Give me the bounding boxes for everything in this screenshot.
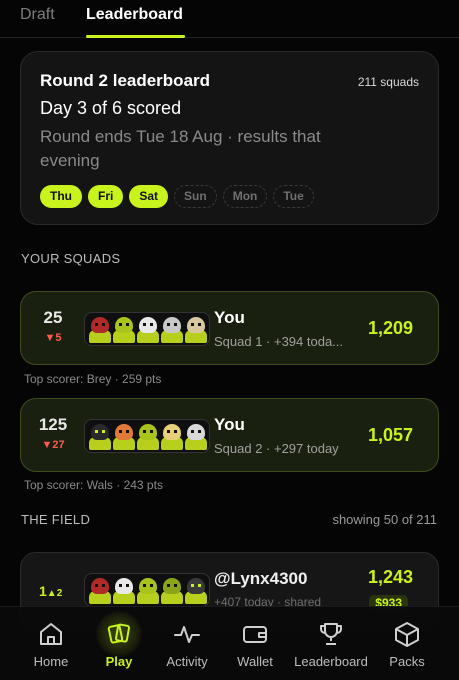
nav-label: Activity: [166, 654, 208, 669]
nav-play[interactable]: Play: [91, 607, 147, 680]
box-icon: [395, 622, 419, 647]
player-avatar: [136, 422, 160, 450]
squad-rank: 125: [38, 415, 68, 434]
player-avatar: [184, 315, 208, 343]
player-avatar: [136, 576, 160, 604]
field-owner: @Lynx4300: [214, 569, 308, 588]
nav-home[interactable]: Home: [23, 607, 79, 680]
field-rank: 1▲2: [39, 583, 62, 599]
your-squads-heading: YOUR SQUADS: [21, 251, 121, 266]
day-chip: Tue: [273, 185, 314, 208]
trophy-icon: [320, 623, 342, 645]
squad-avatars: [84, 312, 210, 346]
nav-packs[interactable]: Packs: [380, 607, 434, 680]
active-tab-indicator: [86, 35, 185, 38]
field-count: showing 50 of 211: [332, 512, 437, 527]
round-title: Round 2 leaderboard: [40, 71, 211, 90]
top-tabs: Draft Leaderboard: [0, 0, 459, 38]
squad-avatars: [84, 419, 210, 453]
squad-score: 1,209: [367, 318, 413, 338]
top-scorer: Top scorer: Wals · 243 pts: [24, 478, 163, 492]
nav-label: Packs: [389, 654, 425, 669]
home-icon: [40, 623, 62, 645]
day-chip: Fri: [88, 185, 124, 208]
field-heading: THE FIELD: [21, 512, 91, 527]
player-avatar: [112, 576, 136, 604]
player-avatar: [184, 422, 208, 450]
cards-icon: [107, 623, 130, 644]
player-avatar: [160, 576, 184, 604]
day-chip: Mon: [222, 185, 268, 208]
squad-score: 1,057: [367, 425, 413, 445]
rank-change: ▼27: [41, 439, 65, 451]
squad-rank: 25: [43, 308, 63, 327]
day-chips: Thu Fri Sat Sun Mon Tue: [40, 185, 314, 208]
player-avatar: [112, 422, 136, 450]
squad-card[interactable]: 125 ▼27 You Squad 2 · +297 today 1,057: [20, 398, 439, 472]
nav-activity[interactable]: Activity: [158, 607, 216, 680]
nav-label: Play: [105, 654, 133, 669]
tab-leaderboard[interactable]: Leaderboard: [86, 6, 183, 24]
squad-owner: You: [214, 415, 245, 434]
player-avatar: [136, 315, 160, 343]
player-avatar: [88, 315, 112, 343]
day-chip: Sat: [129, 185, 169, 208]
player-avatar: [160, 422, 184, 450]
player-avatar: [88, 422, 112, 450]
bottom-nav: Home Play Activity Wallet Leaderboard Pa…: [0, 606, 459, 680]
round-end-info: Round ends Tue 18 Aug · results that eve…: [40, 127, 321, 170]
nav-leaderboard[interactable]: Leaderboard: [290, 607, 372, 680]
field-rank-number: 1: [39, 583, 47, 599]
player-avatar: [160, 315, 184, 343]
nav-label: Leaderboard: [294, 654, 368, 669]
nav-wallet[interactable]: Wallet: [226, 607, 284, 680]
squad-card[interactable]: 25 ▼5 You Squad 1 · +394 toda... 1,209: [20, 291, 439, 365]
top-scorer: Top scorer: Brey · 259 pts: [24, 372, 162, 386]
wallet-icon: [243, 626, 267, 643]
nav-label: Home: [33, 654, 69, 669]
rank-change: ▲2: [46, 588, 63, 599]
day-progress: Day 3 of 6 scored: [40, 98, 182, 118]
squad-owner: You: [214, 308, 245, 327]
activity-icon: [174, 626, 200, 643]
rank-change: ▼5: [44, 332, 62, 344]
round-summary-card: Round 2 leaderboard 211 squads Day 3 of …: [20, 51, 439, 225]
squad-subtitle: Squad 1 · +394 toda...: [214, 334, 344, 349]
day-chip: Thu: [40, 185, 82, 208]
field-score: 1,243: [367, 567, 413, 587]
player-avatar: [184, 576, 208, 604]
squad-count: 211 squads: [357, 75, 419, 89]
player-avatar: [112, 315, 136, 343]
player-avatar: [88, 576, 112, 604]
tab-draft[interactable]: Draft: [20, 6, 55, 24]
squad-avatars: [84, 573, 210, 607]
nav-label: Wallet: [237, 654, 273, 669]
day-chip: Sun: [174, 185, 217, 208]
squad-subtitle: Squad 2 · +297 today: [214, 441, 339, 456]
